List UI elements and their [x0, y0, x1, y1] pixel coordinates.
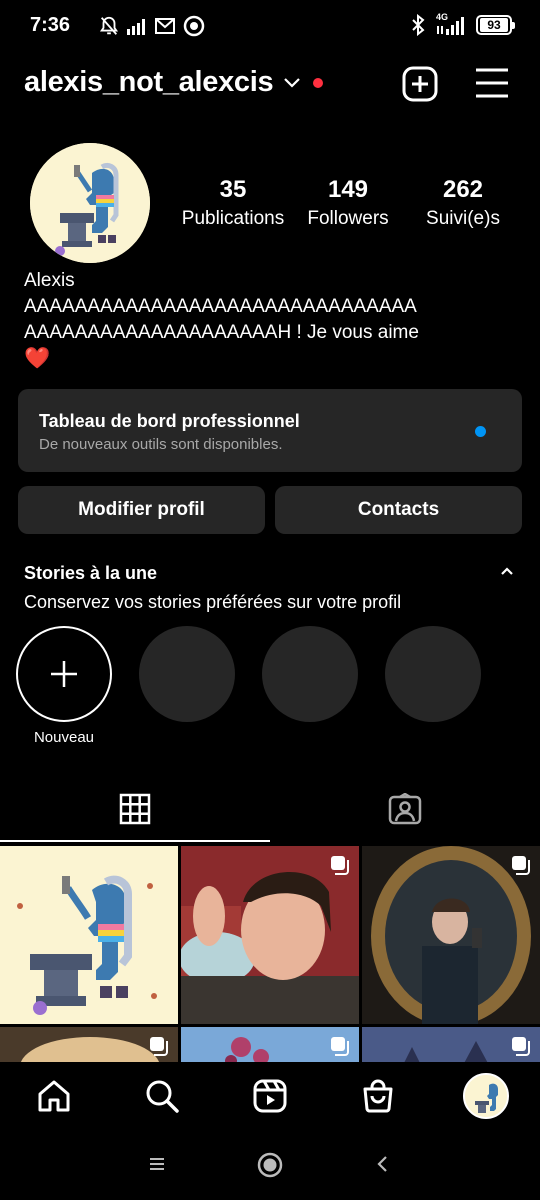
status-left-icons — [98, 15, 205, 37]
profile-name: Alexis — [24, 270, 75, 291]
grid-post[interactable] — [362, 846, 540, 1024]
heart-emoji: ❤️ — [24, 347, 51, 370]
reels-icon — [253, 1079, 287, 1113]
stat-followers-label: Followers — [307, 208, 389, 229]
new-highlight-label: Nouveau — [33, 729, 95, 746]
nav-profile-avatar[interactable] — [463, 1073, 509, 1119]
nav-search[interactable] — [142, 1076, 182, 1116]
profile-header: alexis_not_alexcis — [0, 58, 540, 112]
profile-avatar[interactable] — [30, 143, 150, 263]
grid-post[interactable] — [362, 1027, 540, 1067]
tab-tagged[interactable] — [270, 776, 540, 842]
multiple-photos-icon — [148, 1035, 170, 1057]
status-time: 7:36 — [30, 14, 71, 36]
create-post-button[interactable] — [401, 65, 439, 103]
chevron-up-icon[interactable] — [500, 566, 514, 576]
professional-dashboard-card[interactable]: Tableau de bord professionnel De nouveau… — [18, 389, 522, 472]
search-icon — [146, 1080, 179, 1113]
stat-posts-value: 35 — [219, 176, 247, 203]
highlights-subtitle: Conservez vos stories préférées sur votr… — [24, 592, 402, 612]
hamburger-menu-icon — [476, 68, 508, 98]
nav-reels[interactable] — [250, 1076, 290, 1116]
highlight-placeholder — [262, 626, 358, 722]
grid-post[interactable] — [0, 1027, 178, 1067]
stat-followers-value: 149 — [327, 176, 369, 203]
back-icon[interactable] — [375, 1154, 389, 1174]
grid-post[interactable] — [0, 846, 178, 1024]
highlight-placeholder — [139, 626, 235, 722]
bio-line-1: AAAAAAAAAAAAAAAAAAAAAAAAAAAAAAA — [24, 296, 417, 317]
gmail-icon — [154, 17, 176, 35]
chevron-down-icon — [283, 77, 301, 89]
cartoon-avatar-image — [30, 143, 150, 263]
home-circle-icon[interactable] — [256, 1151, 284, 1179]
tagged-icon — [388, 793, 422, 825]
active-tab-indicator — [0, 840, 270, 842]
highlights-title: Stories à la une — [24, 563, 158, 583]
notification-dot — [313, 77, 324, 88]
status-bar: 7:36 4G 93 — [0, 0, 540, 52]
highlight-placeholder — [385, 626, 481, 722]
stat-following[interactable]: 262 Suivi(e)s — [418, 174, 508, 232]
home-icon — [38, 1080, 70, 1112]
account-switcher[interactable]: alexis_not_alexcis — [24, 66, 324, 99]
status-right-icons: 4G 93 — [410, 12, 515, 36]
plus-icon — [51, 661, 77, 687]
edit-profile-button[interactable]: Modifier profil — [18, 486, 265, 534]
signal-bars-icon — [127, 17, 147, 35]
plus-square-icon — [402, 66, 438, 102]
grid-post[interactable] — [181, 1027, 359, 1067]
grid-icon — [119, 793, 151, 825]
stat-followers[interactable]: 149 Followers — [294, 174, 402, 232]
stat-posts[interactable]: 35 Publications — [170, 174, 296, 232]
multiple-photos-icon — [329, 1035, 351, 1057]
stat-posts-label: Publications — [181, 208, 285, 229]
cell-signal-icon: 4G — [436, 12, 466, 36]
bottom-navigation — [0, 1062, 540, 1130]
battery-level: 93 — [480, 18, 508, 32]
profile-avatar-icon — [465, 1075, 507, 1117]
bluetooth-icon — [410, 14, 426, 36]
stat-following-value: 262 — [442, 176, 484, 203]
shop-icon — [363, 1079, 393, 1113]
nav-shop[interactable] — [358, 1076, 398, 1116]
new-indicator-dot — [475, 426, 486, 437]
multiple-photos-icon — [329, 854, 351, 876]
contacts-button[interactable]: Contacts — [275, 486, 522, 534]
username: alexis_not_alexcis — [24, 66, 274, 98]
cartoon-avatar-image — [0, 846, 178, 1024]
nav-home[interactable] — [34, 1076, 74, 1116]
mute-bell-icon — [98, 15, 120, 37]
menu-icon[interactable] — [148, 1156, 166, 1172]
menu-button[interactable] — [474, 67, 510, 99]
record-icon — [183, 15, 205, 37]
profile-bio: Alexis AAAAAAAAAAAAAAAAAAAAAAAAAAAAAAA A… — [24, 268, 524, 372]
dashboard-subtitle: De nouveaux outils sont disponibles. — [39, 436, 283, 453]
grid-post[interactable] — [181, 846, 359, 1024]
new-highlight-button[interactable] — [16, 626, 112, 722]
stat-following-label: Suivi(e)s — [426, 208, 500, 229]
multiple-photos-icon — [510, 1035, 532, 1057]
bio-line-2: AAAAAAAAAAAAAAAAAAAAH ! Je vous aime — [24, 322, 419, 343]
system-navigation-bar — [0, 1130, 540, 1200]
tab-posts-grid[interactable] — [0, 776, 270, 842]
multiple-photos-icon — [510, 854, 532, 876]
dashboard-title: Tableau de bord professionnel — [39, 411, 300, 431]
battery-icon: 93 — [476, 15, 515, 35]
